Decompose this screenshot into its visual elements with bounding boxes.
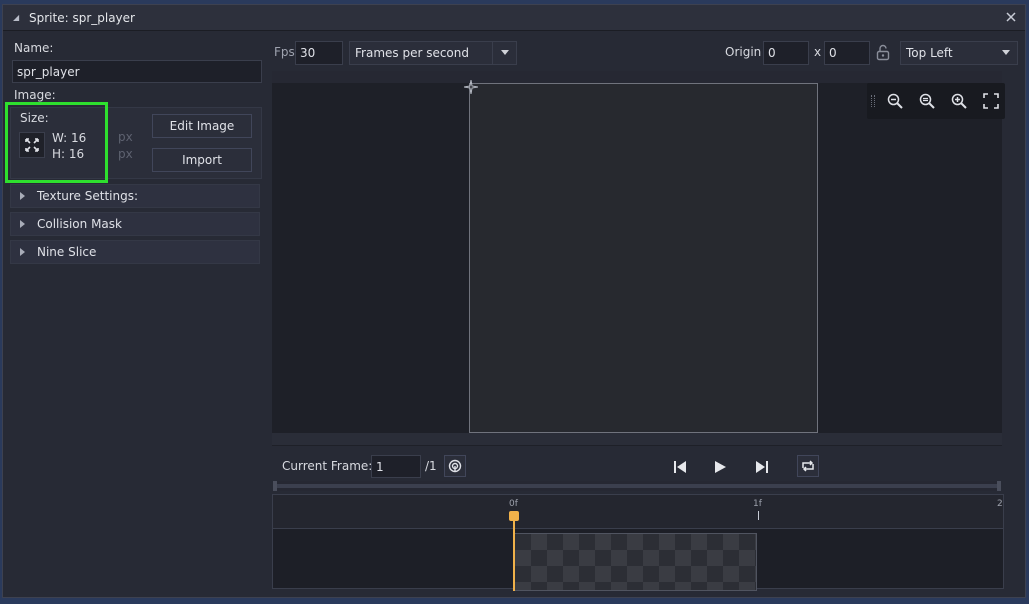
section-label: Nine Slice xyxy=(37,245,97,259)
size-label: Size: xyxy=(20,111,49,125)
origin-separator: x xyxy=(814,45,822,59)
crosshair-icon[interactable] xyxy=(463,79,479,97)
name-input[interactable]: spr_player xyxy=(12,60,262,83)
title-bar: ◢ Sprite: spr_player xyxy=(3,5,1025,31)
import-button[interactable]: Import xyxy=(152,148,252,172)
current-frame-input[interactable]: 1 xyxy=(371,455,421,478)
chevron-right-icon xyxy=(20,192,25,200)
origin-preset-value: Top Left xyxy=(906,46,953,60)
chevron-right-icon xyxy=(20,248,25,256)
close-icon[interactable] xyxy=(1003,9,1019,25)
scrubber-handle-left[interactable] xyxy=(273,481,277,491)
zoom-out-icon[interactable] xyxy=(883,89,907,113)
triangle-down-icon[interactable]: ◢ xyxy=(13,13,23,22)
playhead-handle[interactable] xyxy=(509,511,519,521)
scrubber-track xyxy=(277,484,997,488)
origin-label: Origin xyxy=(725,45,762,59)
tick-mark xyxy=(758,511,759,520)
tick-label: 1f xyxy=(753,499,762,509)
nine-slice-section[interactable]: Nine Slice xyxy=(10,240,260,264)
window-title: Sprite: spr_player xyxy=(29,10,135,25)
chevron-right-icon xyxy=(20,220,25,228)
tick-label: 0f xyxy=(509,499,518,509)
onion-skin-icon[interactable] xyxy=(444,455,466,477)
divider xyxy=(492,42,493,64)
fps-mode-value: Frames per second xyxy=(355,46,469,60)
playhead[interactable] xyxy=(513,511,515,591)
image-label: Image: xyxy=(14,88,56,102)
frame-thumbnail[interactable] xyxy=(514,533,757,591)
play-icon[interactable] xyxy=(709,456,731,478)
fps-label: Fps xyxy=(274,45,295,59)
timeline[interactable]: 0f 1f 2 xyxy=(272,494,1004,591)
collision-mask-section[interactable]: Collision Mask xyxy=(10,212,260,236)
timeline-ruler: 0f 1f 2 xyxy=(273,495,1003,529)
skip-end-icon[interactable] xyxy=(751,456,773,478)
origin-preset-select[interactable]: Top Left xyxy=(900,41,1018,65)
chevron-down-icon[interactable] xyxy=(1002,50,1010,55)
skip-start-icon[interactable] xyxy=(669,456,691,478)
height-value: H: 16 xyxy=(52,147,85,161)
loop-icon[interactable] xyxy=(797,455,819,477)
origin-y-input[interactable]: 0 xyxy=(824,41,870,65)
name-label: Name: xyxy=(14,41,54,55)
lock-open-icon[interactable] xyxy=(876,44,890,64)
zoom-reset-icon[interactable] xyxy=(915,89,939,113)
tick-label: 2 xyxy=(997,499,1003,509)
texture-settings-section[interactable]: Texture Settings: xyxy=(10,184,260,208)
height-unit: px xyxy=(118,147,133,161)
canvas-ruler-bottom xyxy=(272,433,1002,445)
origin-x-input[interactable]: 0 xyxy=(763,41,809,65)
edit-image-button[interactable]: Edit Image xyxy=(152,114,252,138)
current-frame-label: Current Frame: xyxy=(282,459,373,473)
total-frames: /1 xyxy=(425,459,437,473)
canvas-ruler-top xyxy=(272,71,1002,83)
chevron-down-icon[interactable] xyxy=(501,50,509,55)
drag-handle-icon[interactable] xyxy=(871,95,875,107)
resize-icon[interactable] xyxy=(19,132,45,158)
width-unit: px xyxy=(118,130,133,144)
zoom-toolbar xyxy=(867,83,1005,119)
zoom-in-icon[interactable] xyxy=(947,89,971,113)
sprite-frame[interactable] xyxy=(469,83,818,433)
fit-screen-icon[interactable] xyxy=(979,89,1003,113)
section-label: Collision Mask xyxy=(37,217,122,231)
section-label: Texture Settings: xyxy=(37,189,139,203)
timeline-scrubber[interactable] xyxy=(273,481,1001,491)
scrubber-handle-right[interactable] xyxy=(997,481,1001,491)
fps-input[interactable]: 30 xyxy=(295,41,343,65)
width-value: W: 16 xyxy=(52,131,87,145)
